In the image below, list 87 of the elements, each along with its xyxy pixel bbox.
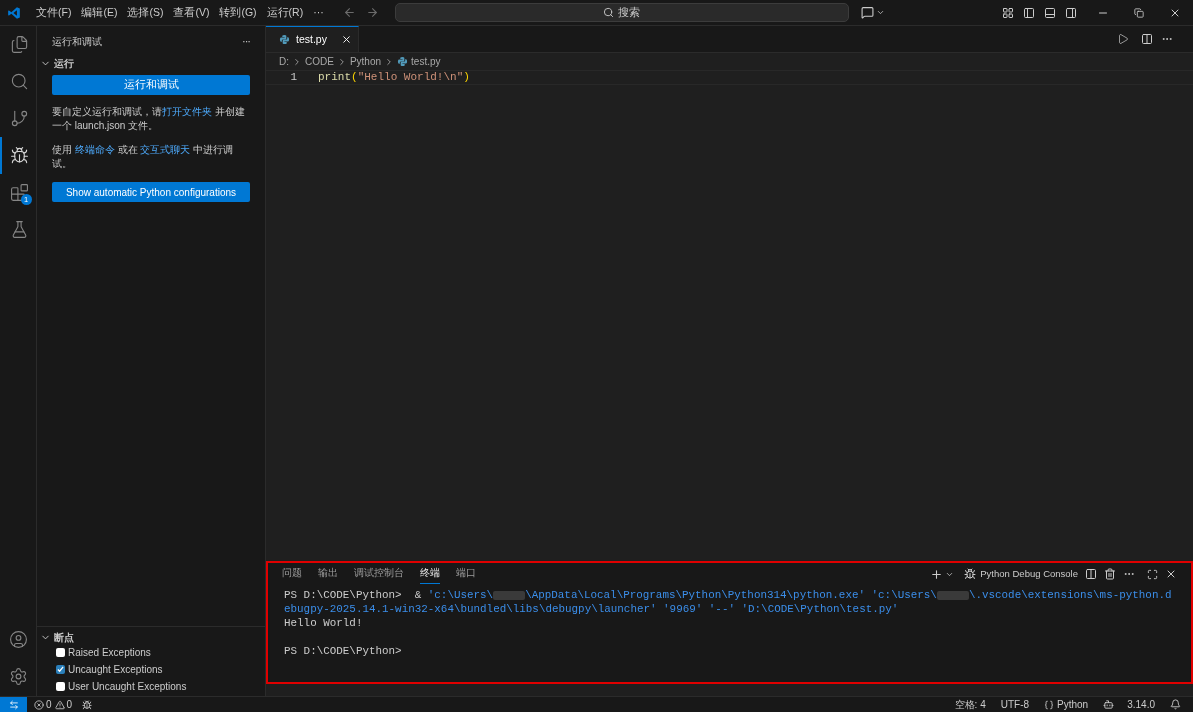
more-button[interactable]: ··· [242, 32, 250, 50]
panel-left-icon[interactable] [1023, 6, 1035, 19]
trash-icon[interactable] [1104, 568, 1116, 580]
new-terminal-icon[interactable] [930, 567, 944, 581]
forward-icon[interactable] [365, 6, 379, 19]
layout-icon[interactable] [1002, 6, 1014, 19]
panel-tab[interactable]: 问题 [282, 564, 302, 584]
code-line: print("Hello World!\n") [318, 70, 470, 86]
link[interactable]: 终端命令 [74, 144, 115, 155]
error-icon[interactable] [34, 699, 44, 710]
debug-icon[interactable] [964, 568, 977, 580]
editor-tab[interactable]: test.py [266, 26, 359, 52]
files-icon [9, 35, 29, 54]
panel-tab[interactable]: 输出 [318, 564, 338, 584]
terminal-line: PS D:\CODE\Python> [284, 644, 403, 658]
braces-icon [1044, 699, 1055, 710]
breakpoint-label: Uncaught Exceptions [68, 663, 163, 677]
menu-item[interactable]: 查看(V) [168, 4, 215, 21]
search-field[interactable]: 搜索 [394, 3, 849, 22]
terminal-line: PS D:\CODE\Python> & 'c:\Users\ \AppData\Local\Programs\Python\Python314\python.exe' 'c:\Users\ \.vscode\extensions\ms-python.debugpy-2025.14.1-win32-x64\bundled\libs\debugpy\launcher' '9969' '--' 'D:\CODE\Python\test.py' [284, 588, 1173, 616]
menu-item[interactable]: ··· [308, 4, 329, 21]
search-placeholder: 搜索 [618, 4, 641, 20]
breadcrumb[interactable]: CODE [305, 54, 334, 69]
redacted-text [936, 590, 969, 600]
close-icon[interactable] [341, 34, 352, 45]
app-logo-icon [7, 5, 21, 20]
terminal-profile[interactable]: Python Debug Console [980, 566, 1078, 582]
panel-right-icon[interactable] [1065, 6, 1077, 19]
panel-bottom-icon[interactable] [1044, 6, 1056, 19]
section-title[interactable]: 运行 [54, 55, 74, 71]
close-icon[interactable] [1165, 568, 1177, 580]
run-debug-button[interactable]: 运行和调试 [52, 75, 250, 95]
chat-icon[interactable] [860, 6, 874, 19]
line-number: 1 [289, 70, 298, 86]
bug-icon [9, 146, 29, 165]
breadcrumb[interactable]: test.py [411, 54, 441, 69]
help-text: 要自定义运行和调试，请打开文件夹 并创建一个 launch.json 文件。 [52, 105, 246, 133]
help-text: 使用 终端命令 或在 交互式聊天 中进行调试。 [52, 143, 235, 171]
checkbox[interactable] [56, 682, 65, 691]
split-terminal-icon[interactable] [1085, 568, 1097, 580]
maximize-icon[interactable] [1147, 568, 1158, 580]
status-item[interactable]: 空格: 4 [954, 697, 986, 712]
account-icon[interactable] [8, 630, 28, 649]
section-title[interactable]: 断点 [54, 629, 74, 645]
breadcrumb[interactable]: D: [279, 54, 289, 69]
menu-item[interactable]: 文件(F) [31, 4, 77, 21]
link[interactable]: 打开文件夹 [162, 106, 212, 117]
debug-icon[interactable] [82, 699, 93, 710]
settings-icon[interactable] [8, 667, 28, 686]
checkbox[interactable] [56, 665, 65, 674]
search-icon [9, 72, 29, 91]
chevron-right-icon [292, 56, 302, 67]
blocks-icon [9, 183, 29, 202]
breakpoint-label: User Uncaught Exceptions [68, 680, 187, 694]
panel-tab[interactable]: 调试控制台 [354, 564, 404, 584]
menu-item[interactable]: 选择(S) [122, 4, 169, 21]
breadcrumb[interactable]: Python [349, 54, 382, 69]
redacted-text [493, 590, 526, 600]
python-file-icon [397, 56, 409, 67]
breakpoint-label: Raised Exceptions [68, 646, 151, 660]
status-item[interactable]: Python [1057, 697, 1089, 712]
status-item[interactable]: 3.14.0 [1127, 697, 1155, 712]
warning-count[interactable]: 0 [66, 697, 73, 712]
split-editor-icon[interactable] [1141, 33, 1153, 45]
warning-icon[interactable] [54, 699, 65, 710]
run-icon[interactable] [1117, 33, 1129, 45]
chevron-down-icon[interactable] [875, 8, 885, 17]
bell-icon[interactable] [1170, 699, 1181, 710]
status-item[interactable]: UTF-8 [1000, 697, 1030, 712]
remote-icon [8, 699, 19, 710]
back-icon[interactable] [342, 6, 356, 19]
menu-item[interactable]: 编辑(E) [76, 4, 123, 21]
panel-tab[interactable]: 终端 [420, 564, 440, 584]
search-icon [603, 7, 615, 18]
error-count[interactable]: 0 [46, 697, 52, 712]
terminal-line: Hello World! [284, 616, 364, 630]
link[interactable]: 交互式聊天 [140, 144, 191, 155]
panel-tab[interactable]: 端口 [456, 564, 476, 584]
bot-icon [1103, 699, 1115, 710]
branch-icon [9, 109, 29, 128]
sidebar-title: 运行和调试 [52, 34, 102, 49]
menu-item[interactable]: 转到(G) [214, 4, 262, 21]
menu-item[interactable]: 运行(R) [261, 4, 309, 21]
config-button[interactable]: Show automatic Python configurations [52, 182, 250, 202]
python-file-icon [279, 34, 290, 45]
checkbox[interactable] [56, 648, 65, 657]
restore-icon[interactable] [1134, 7, 1144, 18]
